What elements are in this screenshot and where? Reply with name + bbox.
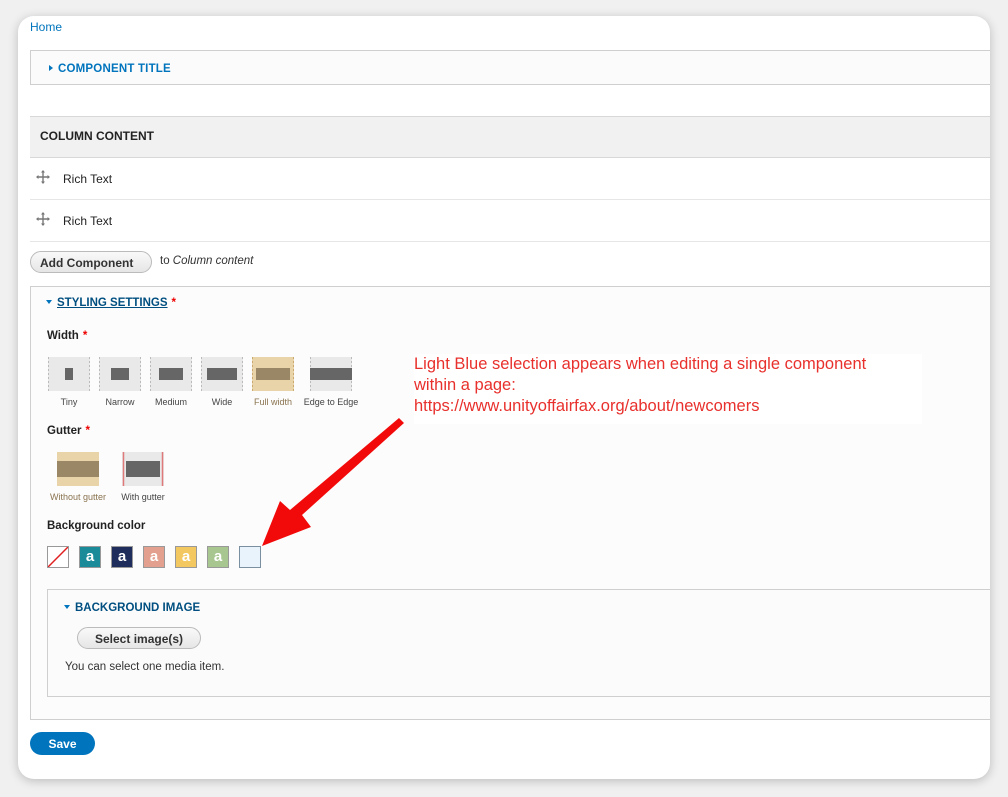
background-color-label: Background color xyxy=(47,520,146,532)
drag-handle-icon[interactable] xyxy=(36,212,50,226)
swatch-teal[interactable]: a xyxy=(79,546,101,568)
gutter-without-icon xyxy=(57,452,99,486)
triangle-right-icon xyxy=(49,65,53,71)
table-row: Rich Text xyxy=(30,158,990,200)
triangle-down-icon xyxy=(46,300,52,304)
width-narrow-icon xyxy=(99,357,141,391)
column-content-header: COLUMN CONTENT xyxy=(30,116,990,158)
gutter-option-with[interactable]: With gutter xyxy=(115,452,171,502)
annotation-line: Light Blue selection appears when editin… xyxy=(414,355,867,373)
width-option-medium[interactable]: Medium xyxy=(149,357,193,407)
background-image-toggle[interactable]: BACKGROUND IMAGE xyxy=(64,602,200,614)
width-edge-icon xyxy=(310,357,352,391)
swatch-yellow[interactable]: a xyxy=(175,546,197,568)
swatch-none[interactable] xyxy=(47,546,69,568)
component-title-panel: COMPONENT TITLE xyxy=(30,50,990,85)
width-tiny-icon xyxy=(48,357,90,391)
width-option-edge-to-edge[interactable]: Edge to Edge xyxy=(300,357,362,407)
no-color-icon xyxy=(48,547,68,567)
width-wide-icon xyxy=(201,357,243,391)
annotation-line: https://www.unityoffairfax.org/about/new… xyxy=(414,397,760,415)
row-label: Rich Text xyxy=(63,214,113,228)
save-button[interactable]: Save xyxy=(30,732,95,755)
component-title-toggle[interactable]: COMPONENT TITLE xyxy=(49,63,171,75)
add-component-target: to Column content xyxy=(160,255,254,267)
width-label: Width * xyxy=(47,330,88,342)
width-option-wide[interactable]: Wide xyxy=(200,357,244,407)
width-option-full-width[interactable]: Full width xyxy=(246,357,300,407)
width-option-tiny[interactable]: Tiny xyxy=(47,357,91,407)
add-component-button[interactable]: Add Component xyxy=(30,251,153,273)
annotation-arrow-icon xyxy=(262,418,404,546)
annotation-note: Light Blue selection appears when editin… xyxy=(414,354,922,424)
width-option-narrow[interactable]: Narrow xyxy=(98,357,142,407)
swatch-navy[interactable]: a xyxy=(111,546,133,568)
gutter-option-without[interactable]: Without gutter xyxy=(44,452,112,502)
gutter-label: Gutter * xyxy=(47,425,90,437)
select-images-button[interactable]: Select image(s) xyxy=(77,627,202,649)
table-row: Rich Text xyxy=(30,200,990,242)
width-medium-icon xyxy=(150,357,192,391)
swatch-salmon[interactable]: a xyxy=(143,546,165,568)
drag-handle-icon[interactable] xyxy=(36,170,50,184)
browser-window: Home COMPONENT TITLE COLUMN CONTENT Rich… xyxy=(18,16,990,779)
styling-settings-toggle[interactable]: STYLING SETTINGS * xyxy=(46,297,176,309)
row-label: Rich Text xyxy=(63,172,113,186)
breadcrumb-home[interactable]: Home xyxy=(30,20,62,34)
swatch-sage[interactable]: a xyxy=(207,546,229,568)
gutter-with-icon xyxy=(122,452,164,486)
width-full-icon xyxy=(252,357,294,391)
annotation-line: within a page: xyxy=(414,376,516,394)
triangle-down-icon xyxy=(64,605,70,609)
media-help-text: You can select one media item. xyxy=(65,661,225,673)
